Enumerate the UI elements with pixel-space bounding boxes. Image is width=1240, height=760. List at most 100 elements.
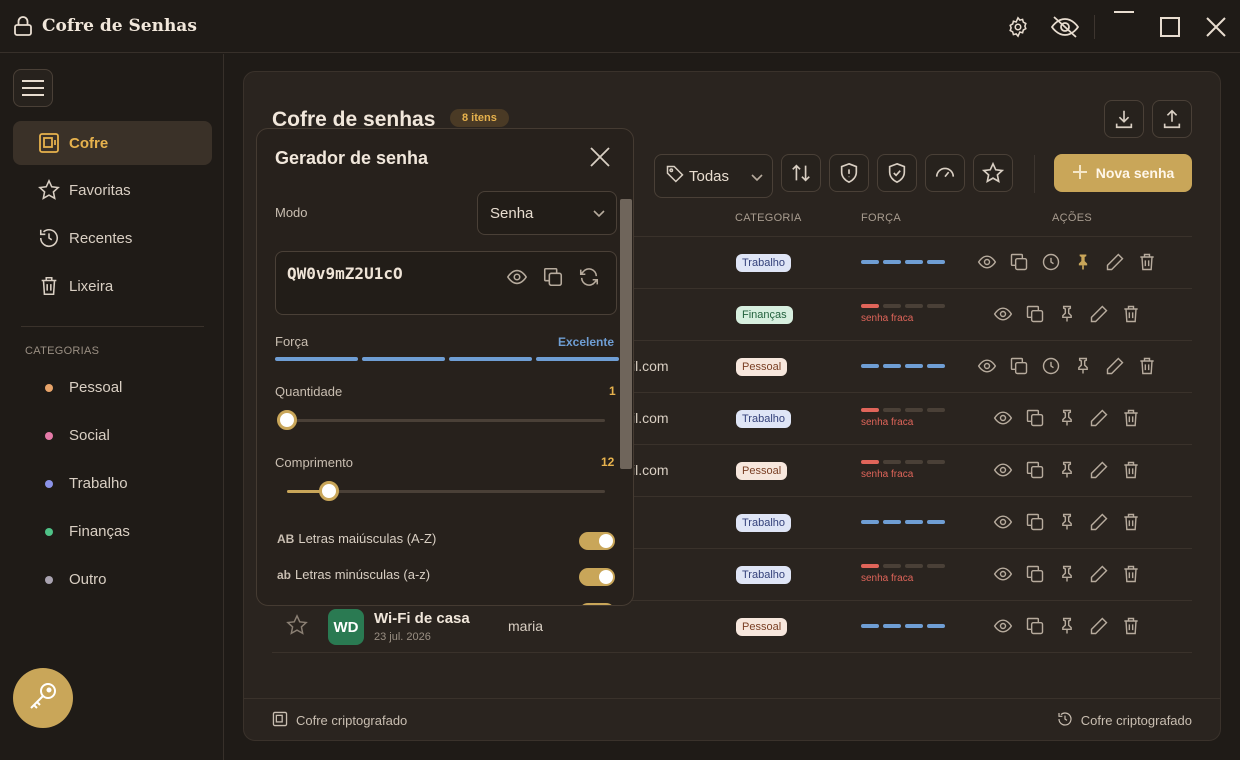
quantity-slider-thumb[interactable] [277,410,297,430]
view-eye-icon[interactable] [990,301,1016,327]
menu-toggle-button[interactable] [13,69,53,107]
password-generator-fab[interactable] [13,668,73,728]
edit-pencil-icon[interactable] [1086,613,1112,639]
favorites-filter-button[interactable] [973,154,1013,192]
uppercase-option: AB Letras maiúsculas (A-Z) [277,531,436,546]
history-icon[interactable] [1038,353,1064,379]
copy-icon[interactable] [1022,509,1048,535]
nav-item-lixeira[interactable]: Lixeira [13,264,212,308]
delete-trash-icon[interactable] [1118,301,1144,327]
title-bar: Cofre de Senhas [0,0,1240,53]
category-item-financas[interactable]: Finanças [45,523,130,540]
new-password-button[interactable]: Nova senha [1054,154,1192,192]
history-icon[interactable] [1038,249,1064,275]
copy-icon[interactable] [1022,405,1048,431]
filter-value: Todas [689,167,730,185]
lowercase-toggle[interactable] [579,568,615,586]
sort-button[interactable] [781,154,821,192]
category-item-social[interactable]: Social [45,427,110,444]
key-icon [26,679,60,718]
delete-trash-icon[interactable] [1134,353,1160,379]
next-option-toggle[interactable] [579,603,615,605]
copy-icon[interactable] [1022,613,1048,639]
nav-item-cofre[interactable]: Cofre [13,121,212,165]
edit-pencil-icon[interactable] [1102,353,1128,379]
view-eye-icon[interactable] [990,613,1016,639]
pin-icon[interactable] [1054,613,1080,639]
password-generator-dialog: Gerador de senha Modo Senha QW0v9mZ2U1cO… [256,128,634,606]
filter-weak-button[interactable] [829,154,869,192]
copy-icon[interactable] [1006,353,1032,379]
view-eye-icon[interactable] [990,405,1016,431]
category-item-pessoal[interactable]: Pessoal [45,379,122,396]
copy-icon[interactable] [1006,249,1032,275]
export-button[interactable] [1152,100,1192,138]
pin-icon[interactable] [1054,405,1080,431]
delete-trash-icon[interactable] [1134,249,1160,275]
view-eye-icon[interactable] [990,457,1016,483]
generated-password: QW0v9mZ2U1cO [287,264,403,283]
panel-footer-divider [244,698,1220,699]
edit-pencil-icon[interactable] [1086,509,1112,535]
copy-icon[interactable] [1022,457,1048,483]
category-filter-select[interactable]: Todas [654,154,773,198]
edit-pencil-icon[interactable] [1086,405,1112,431]
generator-scrollbar[interactable] [620,199,632,604]
length-slider[interactable] [287,481,605,501]
edit-pencil-icon[interactable] [1086,301,1112,327]
category-item-trabalho[interactable]: Trabalho [45,475,128,492]
length-label: Comprimento [275,455,354,470]
table-row[interactable]: WD Wi-Fi de casa 23 jul. 2026 maria Pess… [272,601,1192,653]
edit-pencil-icon[interactable] [1102,249,1128,275]
edit-pencil-icon[interactable] [1086,457,1112,483]
delete-trash-icon[interactable] [1118,457,1144,483]
delete-trash-icon[interactable] [1118,509,1144,535]
regenerate-icon[interactable] [576,264,602,290]
pin-icon[interactable] [1054,561,1080,587]
uppercase-toggle[interactable] [579,532,615,550]
close-window-icon[interactable] [1200,11,1232,43]
settings-gear-icon[interactable] [1002,11,1034,43]
favorite-star-icon[interactable] [286,614,308,641]
copy-icon[interactable] [1022,561,1048,587]
pin-icon[interactable] [1054,301,1080,327]
reveal-eye-icon[interactable] [504,264,530,290]
maximize-icon[interactable] [1154,11,1186,43]
length-slider-thumb[interactable] [319,481,339,501]
minimize-icon[interactable] [1108,3,1140,35]
strength-label: Força [275,334,309,349]
pin-icon[interactable] [1054,509,1080,535]
delete-trash-icon[interactable] [1118,613,1144,639]
view-eye-icon[interactable] [974,353,1000,379]
pinned-icon[interactable] [1070,249,1096,275]
delete-trash-icon[interactable] [1118,405,1144,431]
nav-label: Recentes [69,229,133,247]
strength-bar [275,357,619,361]
copy-icon[interactable] [540,264,566,290]
delete-trash-icon[interactable] [1118,561,1144,587]
pin-icon[interactable] [1070,353,1096,379]
view-eye-icon[interactable] [990,561,1016,587]
import-button[interactable] [1104,100,1144,138]
edit-pencil-icon[interactable] [1086,561,1112,587]
view-eye-icon[interactable] [990,509,1016,535]
nav-item-favoritas[interactable]: Favoritas [13,168,212,212]
row-actions [974,353,1160,379]
strength-gauge-button[interactable] [925,154,965,192]
filter-secure-button[interactable] [877,154,917,192]
nav-item-recentes[interactable]: Recentes [13,216,212,260]
copy-icon[interactable] [1022,301,1048,327]
mode-label: Modo [275,205,308,220]
close-icon[interactable] [585,142,615,172]
pin-icon[interactable] [1054,457,1080,483]
strength-meter [861,304,945,308]
generated-password-field[interactable]: QW0v9mZ2U1cO [275,251,617,315]
hide-eye-off-icon[interactable] [1049,11,1081,43]
quantity-slider[interactable] [277,410,605,430]
view-eye-icon[interactable] [974,249,1000,275]
category-item-outro[interactable]: Outro [45,571,107,588]
mode-select[interactable]: Senha [477,191,617,235]
strength-meter [861,624,945,628]
category-label: Pessoal [69,379,123,396]
scrollbar-thumb[interactable] [620,199,632,469]
